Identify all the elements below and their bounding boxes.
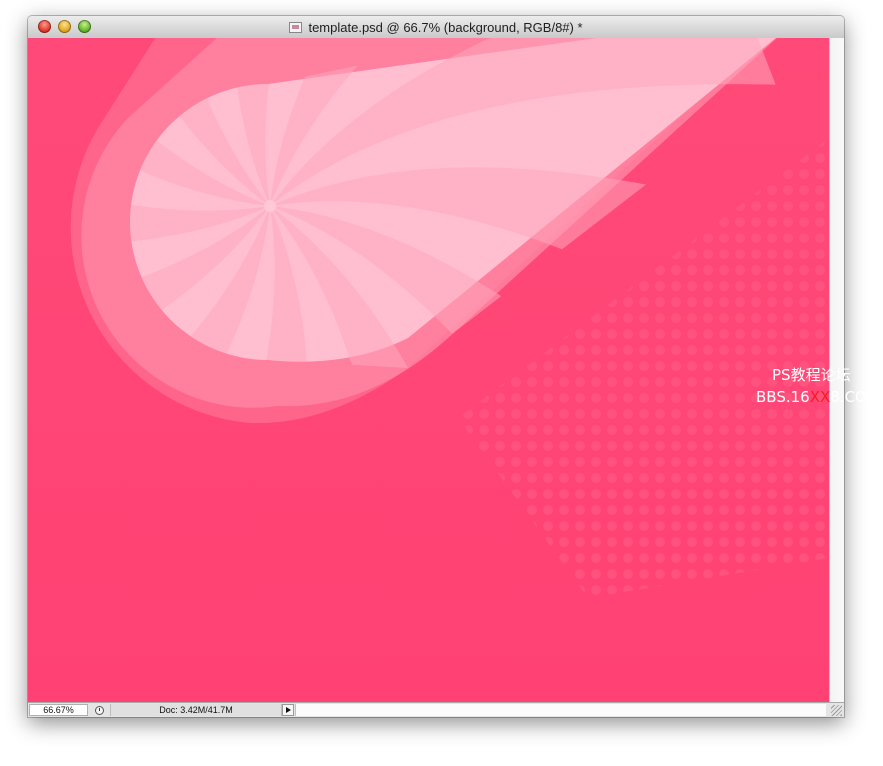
resize-grip-icon[interactable] — [831, 705, 842, 716]
title-group: template.psd @ 66.7% (background, RGB/8#… — [28, 16, 844, 38]
document-canvas[interactable] — [28, 38, 829, 702]
watermark-domain-red: XX — [809, 388, 831, 406]
watermark-line-1: PS教程论坛 — [772, 366, 851, 384]
horizontal-scrollbar[interactable] — [295, 704, 826, 716]
watermark-line-2: BBS.16XX8.COM — [756, 386, 883, 408]
play-arrow-icon[interactable] — [282, 704, 294, 716]
title-bar[interactable]: template.psd @ 66.7% (background, RGB/8#… — [28, 16, 844, 39]
canvas-artwork — [28, 38, 829, 702]
clock-icon[interactable] — [92, 704, 107, 716]
swirl-center — [264, 200, 276, 212]
zoom-level-field[interactable]: 66.67% — [29, 704, 88, 716]
psd-document-icon — [289, 21, 303, 33]
document-size-info[interactable]: Doc: 3.42M/41.7M — [110, 704, 282, 716]
photoshop-document-window: template.psd @ 66.7% (background, RGB/8#… — [28, 16, 844, 717]
window-title: template.psd @ 66.7% (background, RGB/8#… — [308, 19, 583, 35]
watermark-domain-start: BBS.16 — [756, 388, 810, 406]
watermark-domain-end: 8.COM — [830, 388, 880, 406]
status-bar: 66.67% Doc: 3.42M/41.7M — [28, 702, 844, 717]
forum-watermark: PS教程论坛 BBS.16XX8.COM — [756, 364, 883, 408]
